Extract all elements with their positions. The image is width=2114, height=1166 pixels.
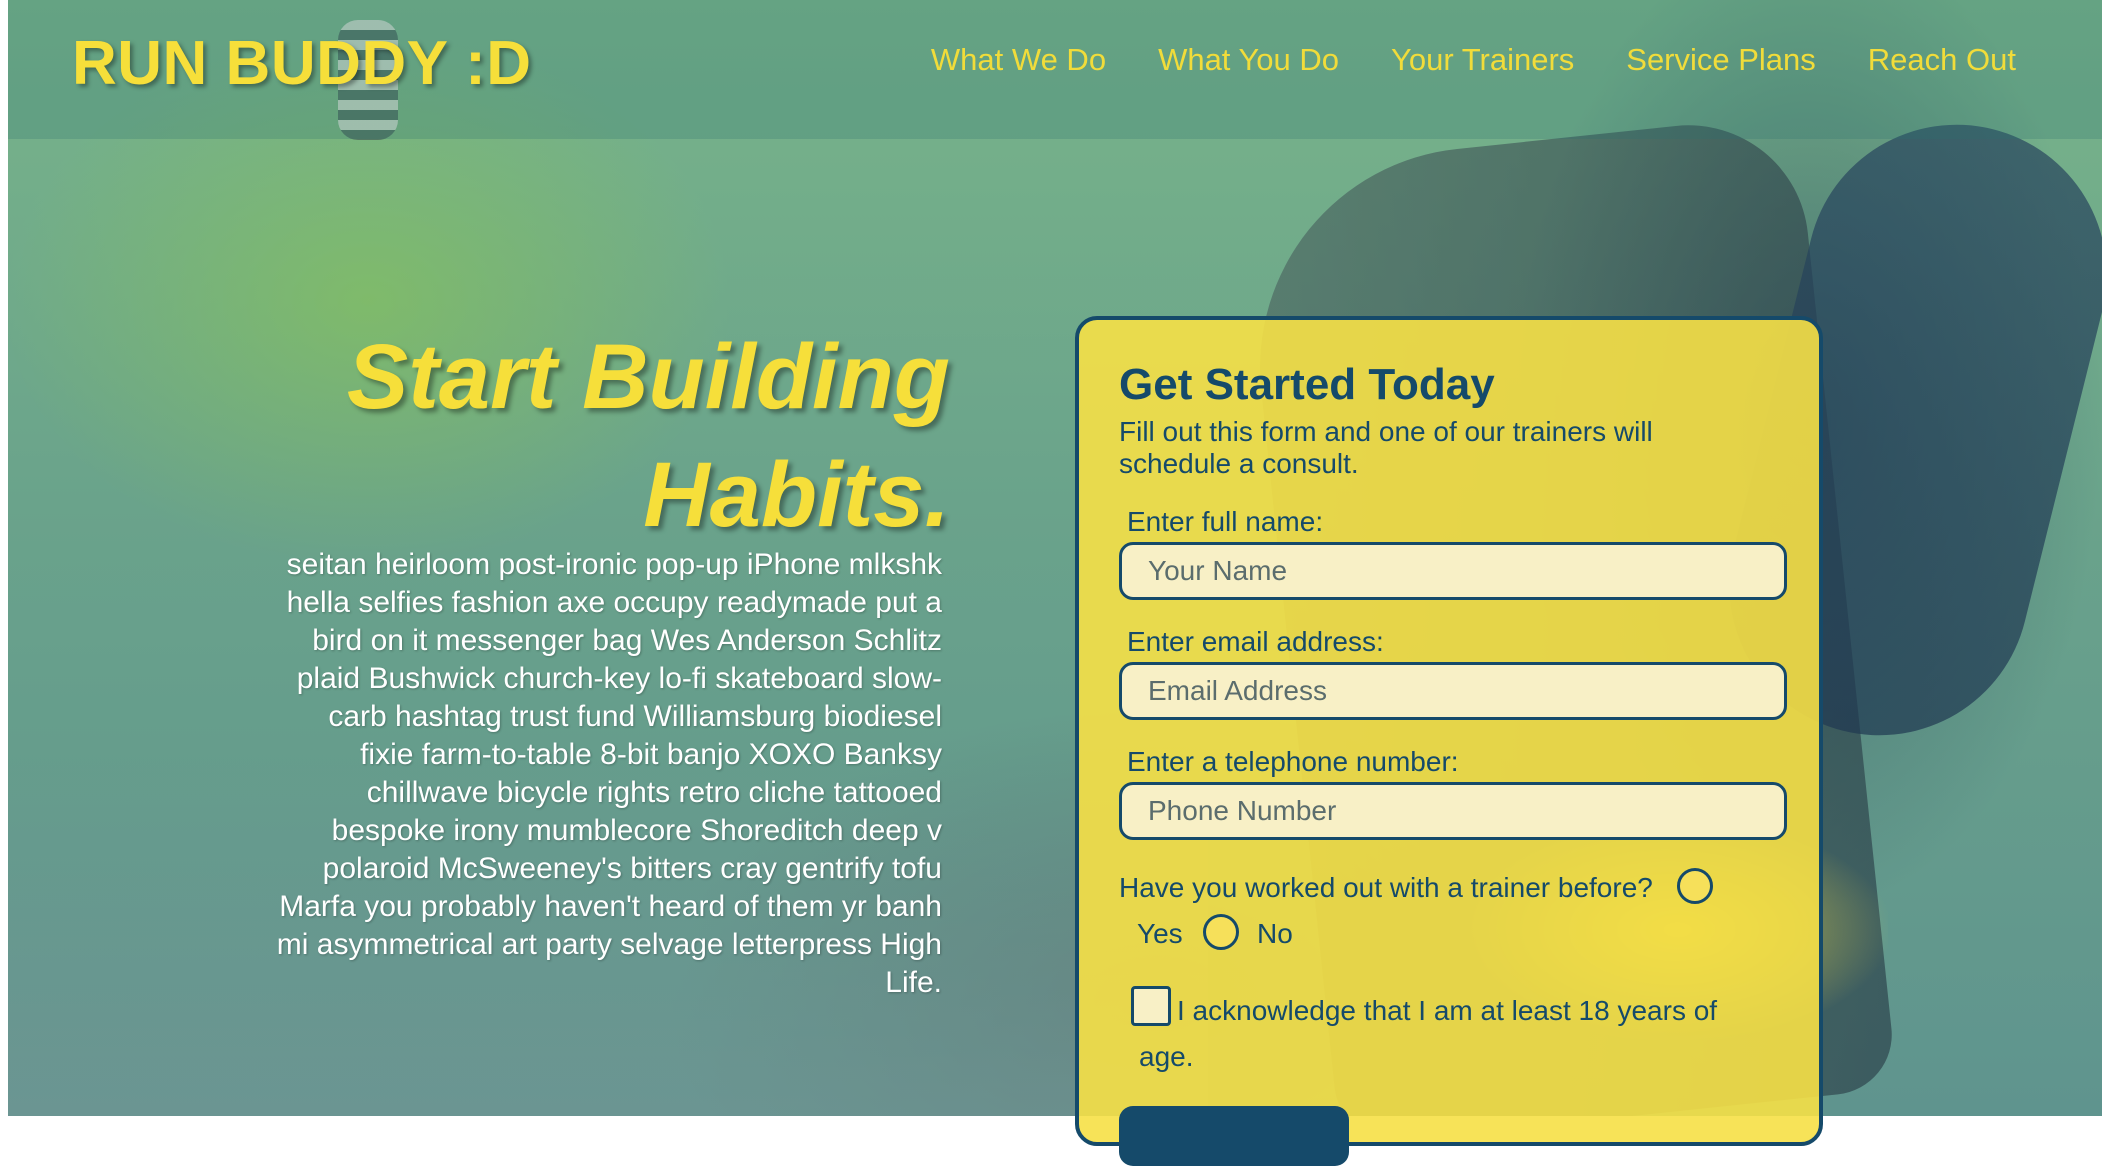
form-title: Get Started Today	[1119, 360, 1495, 409]
trainer-question-label: Have you worked out with a trainer befor…	[1119, 872, 1653, 903]
email-field-label: Enter email address:	[1127, 626, 1384, 657]
nav-link-service-plans[interactable]: Service Plans	[1626, 42, 1816, 78]
trainer-yes-label: Yes	[1137, 918, 1183, 949]
nav-link-your-trainers[interactable]: Your Trainers	[1391, 42, 1574, 78]
name-field-label: Enter full name:	[1127, 506, 1324, 537]
hero-title-line-2: Habits.	[643, 444, 950, 546]
phone-field-label: Enter a telephone number:	[1127, 746, 1459, 777]
trainer-no-label: No	[1257, 918, 1293, 949]
email-input[interactable]	[1119, 662, 1787, 720]
hero-title-line-1: Start Building	[346, 326, 950, 428]
name-input[interactable]	[1119, 542, 1787, 600]
brand-logo[interactable]: RUN BUDDY :D	[72, 28, 532, 99]
phone-input[interactable]	[1119, 782, 1787, 840]
hero-body-text: seitan heirloom post-ironic pop-up iPhon…	[276, 548, 942, 999]
form-subtitle: Fill out this form and one of our traine…	[1119, 416, 1653, 479]
age-acknowledge-label: I acknowledge that I am at least 18 year…	[1139, 995, 1718, 1072]
main-nav: What We Do What You Do Your Trainers Ser…	[931, 42, 2016, 78]
get-started-form-card: Get Started Today Fill out this form and…	[1075, 316, 1823, 1166]
nav-link-what-we-do[interactable]: What We Do	[931, 42, 1106, 78]
site-header: RUN BUDDY :D What We Do What You Do Your…	[8, 0, 2102, 139]
nav-link-what-you-do[interactable]: What You Do	[1158, 42, 1339, 78]
trainer-yes-radio[interactable]	[1677, 868, 1713, 904]
trainer-no-radio[interactable]	[1203, 914, 1239, 950]
nav-link-reach-out[interactable]: Reach Out	[1868, 42, 2016, 78]
submit-button[interactable]	[1119, 1106, 1349, 1166]
hero-title: Start Building Habits.	[250, 318, 950, 554]
